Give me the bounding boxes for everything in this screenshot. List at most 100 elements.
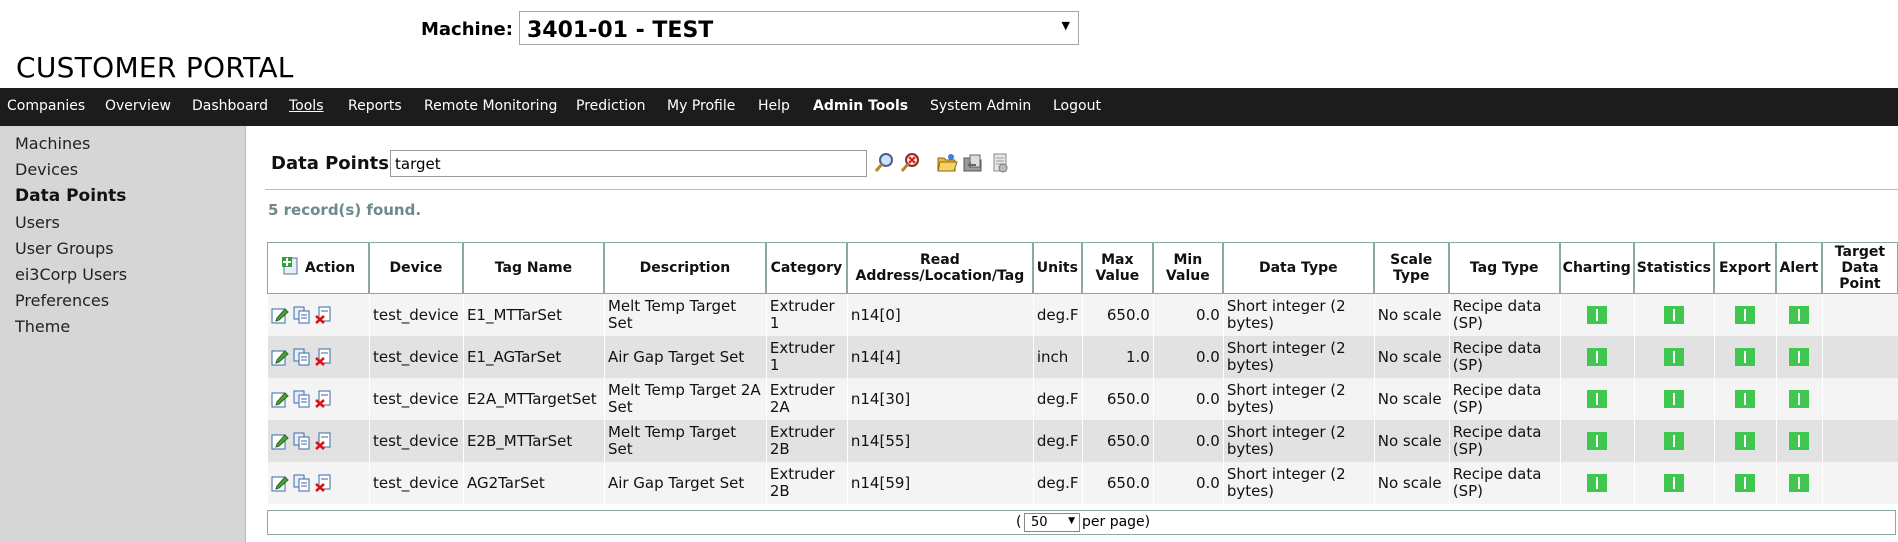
- sidebar-item-users[interactable]: Users: [15, 213, 60, 232]
- col-export[interactable]: Export: [1713, 242, 1776, 294]
- col-min-value[interactable]: Min Value: [1152, 242, 1223, 294]
- col-units[interactable]: Units: [1032, 242, 1082, 294]
- statistics-enabled-indicator[interactable]: [1664, 390, 1685, 408]
- chevron-down-icon: ▼: [1061, 19, 1070, 32]
- data-points-table: Action Device Tag Name Description Categ…: [267, 242, 1898, 504]
- col-charting[interactable]: Charting: [1559, 242, 1634, 294]
- sidebar-item-devices[interactable]: Devices: [15, 160, 78, 179]
- col-data-type[interactable]: Data Type: [1222, 242, 1374, 294]
- alert-enabled-indicator[interactable]: [1789, 348, 1810, 366]
- nav-my-profile[interactable]: My Profile: [667, 98, 735, 114]
- delete-icon[interactable]: [315, 348, 333, 366]
- statistics-enabled-indicator[interactable]: [1664, 348, 1685, 366]
- machine-select[interactable]: 3401-01 - TEST ▼: [519, 11, 1079, 45]
- nav-dashboard[interactable]: Dashboard: [192, 98, 268, 114]
- sidebar-item-user-groups[interactable]: User Groups: [15, 239, 114, 258]
- nav-companies[interactable]: Companies: [7, 98, 85, 114]
- charting-enabled-indicator[interactable]: [1587, 390, 1608, 408]
- col-target-data-point[interactable]: Target Data Point: [1821, 242, 1898, 294]
- cell-min-value: 0.0: [1152, 294, 1223, 336]
- search-input[interactable]: [390, 150, 867, 177]
- cell-scale-type: No scale: [1373, 420, 1449, 462]
- cell-description: Air Gap Target Set: [603, 336, 766, 378]
- delete-icon[interactable]: [315, 306, 333, 324]
- clear-search-icon[interactable]: [899, 152, 921, 174]
- copy-icon[interactable]: [293, 306, 311, 324]
- copy-icon[interactable]: [293, 348, 311, 366]
- sidebar-item-data-points[interactable]: Data Points: [15, 186, 126, 206]
- col-tag-type[interactable]: Tag Type: [1448, 242, 1560, 294]
- export-enabled-indicator[interactable]: [1735, 390, 1756, 408]
- statistics-enabled-indicator[interactable]: [1664, 432, 1685, 450]
- statistics-enabled-indicator[interactable]: [1664, 474, 1685, 492]
- copy-icon[interactable]: [293, 390, 311, 408]
- col-read-address[interactable]: Read Address/Location/Tag: [846, 242, 1033, 294]
- nav-logout[interactable]: Logout: [1053, 98, 1101, 114]
- col-statistics[interactable]: Statistics: [1633, 242, 1714, 294]
- col-action-label: Action: [304, 260, 356, 276]
- export-enabled-indicator[interactable]: [1735, 432, 1756, 450]
- nav-system-admin[interactable]: System Admin: [930, 98, 1031, 114]
- open-folder-icon[interactable]: [936, 152, 958, 174]
- cell-category: Extruder 1: [765, 294, 847, 336]
- edit-icon[interactable]: [271, 348, 289, 366]
- charting-enabled-indicator[interactable]: [1587, 348, 1608, 366]
- nav-admin-tools[interactable]: Admin Tools: [813, 98, 908, 114]
- export-document-icon[interactable]: [989, 152, 1011, 174]
- copy-icon[interactable]: [293, 432, 311, 450]
- edit-icon[interactable]: [271, 432, 289, 450]
- alert-enabled-indicator[interactable]: [1789, 390, 1810, 408]
- cell-export: [1713, 462, 1776, 504]
- nav-reports[interactable]: Reports: [348, 98, 402, 114]
- statistics-enabled-indicator[interactable]: [1664, 306, 1685, 324]
- col-category[interactable]: Category: [765, 242, 847, 294]
- search-icon[interactable]: [873, 152, 895, 174]
- sidebar-item-machines[interactable]: Machines: [15, 134, 90, 153]
- edit-icon[interactable]: [271, 390, 289, 408]
- cell-export: [1713, 336, 1776, 378]
- cell-category: Extruder 1: [765, 336, 847, 378]
- sidebar-item-theme[interactable]: Theme: [15, 317, 70, 336]
- charting-enabled-indicator[interactable]: [1587, 432, 1608, 450]
- nav-remote-monitoring[interactable]: Remote Monitoring: [424, 98, 557, 114]
- content-divider: [265, 189, 1898, 190]
- col-max-value[interactable]: Max Value: [1081, 242, 1153, 294]
- alert-enabled-indicator[interactable]: [1789, 474, 1810, 492]
- charting-enabled-indicator[interactable]: [1587, 474, 1608, 492]
- col-device[interactable]: Device: [368, 242, 463, 294]
- cell-device: test_device: [368, 378, 463, 420]
- col-scale-type[interactable]: Scale Type: [1373, 242, 1449, 294]
- cell-target-data-point: [1821, 336, 1898, 378]
- page-title: Data Points: [271, 153, 389, 174]
- sidebar-item-ei3corp-users[interactable]: ei3Corp Users: [15, 265, 127, 284]
- delete-icon[interactable]: [315, 474, 333, 492]
- col-tag-name[interactable]: Tag Name: [462, 242, 604, 294]
- per-page-select[interactable]: 50 ▼: [1024, 513, 1080, 532]
- cell-actions: [267, 378, 369, 420]
- add-icon[interactable]: [281, 256, 301, 280]
- edit-icon[interactable]: [271, 474, 289, 492]
- export-enabled-indicator[interactable]: [1735, 348, 1756, 366]
- cell-min-value: 0.0: [1152, 462, 1223, 504]
- nav-overview[interactable]: Overview: [105, 98, 171, 114]
- alert-enabled-indicator[interactable]: [1789, 432, 1810, 450]
- nav-prediction[interactable]: Prediction: [576, 98, 646, 114]
- import-icon[interactable]: [962, 152, 984, 174]
- col-description[interactable]: Description: [603, 242, 766, 294]
- delete-icon[interactable]: [315, 390, 333, 408]
- cell-units: inch: [1032, 336, 1082, 378]
- export-enabled-indicator[interactable]: [1735, 306, 1756, 324]
- cell-units: deg.F: [1032, 420, 1082, 462]
- export-enabled-indicator[interactable]: [1735, 474, 1756, 492]
- edit-icon[interactable]: [271, 306, 289, 324]
- nav-tools[interactable]: Tools: [289, 98, 324, 114]
- nav-help[interactable]: Help: [758, 98, 790, 114]
- delete-icon[interactable]: [315, 432, 333, 450]
- sidebar-item-preferences[interactable]: Preferences: [15, 291, 109, 310]
- alert-enabled-indicator[interactable]: [1789, 306, 1810, 324]
- col-alert[interactable]: Alert: [1775, 242, 1822, 294]
- per-page-value: 50: [1031, 515, 1048, 530]
- cell-max-value: 650.0: [1081, 420, 1153, 462]
- charting-enabled-indicator[interactable]: [1587, 306, 1608, 324]
- copy-icon[interactable]: [293, 474, 311, 492]
